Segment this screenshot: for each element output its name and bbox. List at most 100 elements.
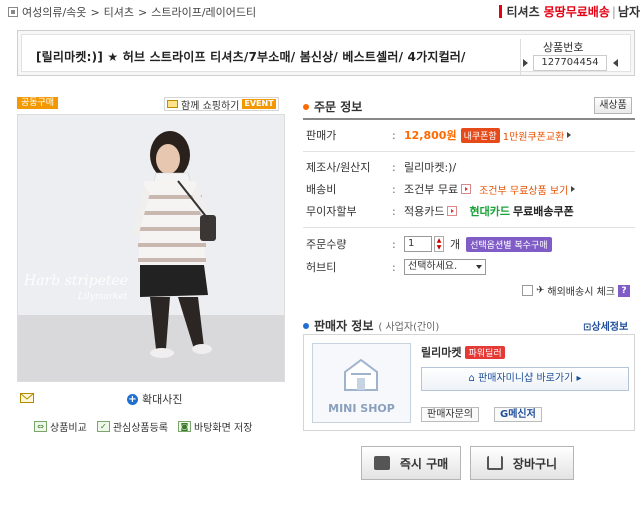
card-name: 현대카드 (469, 205, 510, 218)
buy-now-button[interactable]: 즉시 구매 (361, 446, 461, 480)
installment-label: 무이자할부 (306, 205, 357, 218)
multi-buy-button[interactable]: 선택옵션별 복수구매 (466, 236, 552, 252)
plane-icon: ✈ (536, 285, 545, 296)
up-arrow-icon[interactable]: ▲ (435, 237, 443, 244)
caret-right-icon: ▸ (576, 373, 582, 384)
breadcrumb-separator: > (90, 5, 100, 19)
seller-type: ( 사업자(간이) (378, 322, 440, 333)
overseas-label: 해외배송시 체크 (547, 287, 615, 298)
minishop-label: MINI SHOP (328, 402, 395, 415)
event-badge: EVENT (242, 99, 276, 109)
shop-icon: ⌂ (468, 373, 475, 384)
quantity-label: 주문수량 (306, 238, 347, 251)
overseas-shipping-check[interactable]: ✈ 해외배송시 체크 ? (522, 283, 630, 298)
quantity-unit: 개 (450, 238, 461, 251)
help-icon[interactable]: ? (617, 284, 630, 297)
option-select[interactable]: 선택하세요. (404, 259, 486, 275)
bullet-icon (303, 103, 309, 110)
shipping-label: 배송비 (306, 183, 337, 196)
product-title-box: [릴리마켓:)] ★ 허브 스트라이프 티셔츠/7부소매/ 봄신상/ 베스트셀러… (17, 30, 635, 76)
seller-name-row: 릴리마켓 파워딜러 (421, 344, 505, 360)
box-arrow-icon[interactable] (461, 184, 472, 194)
compare-label: 상품비교 (50, 423, 87, 434)
compare-button[interactable]: ⇔ 상품비교 (34, 419, 87, 434)
zoom-photo-button[interactable]: + 확대사진 (127, 391, 182, 407)
save-desktop-label: 바탕화면 저장 (194, 423, 253, 434)
maker-row: 제조사/원산지 : 릴리마켓:)/ (306, 160, 457, 175)
compare-icon: ⇔ (34, 421, 47, 432)
share-shopping-button[interactable]: 함께 쇼핑하기 EVENT (164, 97, 279, 112)
caret-right-icon (571, 186, 576, 192)
product-number-label: 상품번호 (543, 41, 584, 54)
free-shipping-link[interactable]: 조건부 무료상품 보기 (479, 182, 568, 197)
option-row: 허브티 : 선택하세요. (306, 258, 486, 276)
photo-watermark: Harb stripetee (23, 273, 128, 289)
save-desktop-button[interactable]: ◙ 바탕화면 저장 (178, 419, 252, 434)
overseas-checkbox[interactable] (522, 285, 533, 296)
desktop-icon: ◙ (178, 421, 192, 432)
promo-bar (499, 5, 503, 18)
power-dealer-badge: 파워딜러 (465, 345, 505, 359)
buy-icon (373, 456, 390, 470)
minishop-logo[interactable]: MINI SHOP (312, 343, 411, 423)
down-arrow-icon[interactable]: ▼ (435, 244, 443, 251)
share-label: 함께 쇼핑하기 (181, 100, 240, 112)
order-info-heading: 주문 정보 (303, 98, 362, 115)
photo-watermark-sub: Lilymarket (77, 292, 128, 302)
price-value: 12,800원 (404, 129, 457, 142)
product-title: [릴리마켓:)] ★ 허브 스트라이프 티셔츠/7부소매/ 봄신상/ 베스트셀러… (36, 50, 466, 64)
next-arrow-icon[interactable] (613, 59, 618, 67)
price-label: 판매가 (306, 129, 337, 142)
seller-info-box: MINI SHOP 릴리마켓 파워딜러 ⌂ 판매자미니샵 바로가기 ▸ 판매자문… (303, 334, 635, 431)
seller-detail-link[interactable]: ⊡상세정보 (583, 318, 628, 333)
divider (303, 118, 635, 120)
promo-banner[interactable]: 티셔츠 몽땅무료배송 | 남자 (499, 3, 640, 20)
wishlist-button[interactable]: ✓ 관심상품등록 (96, 419, 169, 434)
seller-info-title: 판매자 정보 (314, 319, 374, 333)
cart-icon (486, 456, 503, 470)
product-tools: ⇔ 상품비교 ✓ 관심상품등록 ◙ 바탕화면 저장 (34, 419, 252, 434)
new-product-button[interactable]: 새상품 (594, 97, 632, 114)
buy-now-label: 즉시 구매 (399, 456, 449, 471)
maker-value: 릴리마켓:)/ (404, 161, 457, 174)
promo-separator: | (611, 4, 616, 19)
seller-inquiry-button[interactable]: 판매자문의 (421, 407, 479, 422)
wishlist-label: 관심상품등록 (112, 423, 169, 434)
breadcrumb-item-category[interactable]: 여성의류/속옷 (22, 4, 86, 20)
mail-icon[interactable] (20, 393, 34, 403)
divider (303, 151, 635, 152)
product-photo-illustration: Harb stripetee Lilymarket (18, 115, 284, 381)
house-icon (344, 358, 378, 391)
coupon-badge[interactable]: 내쿠폰함 (460, 127, 500, 143)
shipping-row: 배송비 : 조건부 무료 조건부 무료상품 보기 (306, 180, 576, 198)
maker-label: 제조사/원산지 (306, 161, 371, 174)
caret-right-icon (567, 132, 572, 138)
seller-name[interactable]: 릴리마켓 (421, 344, 461, 360)
box-arrow-icon[interactable] (447, 206, 458, 216)
g-messenger-button[interactable]: G메신저 (494, 407, 542, 422)
shipping-value: 조건부 무료 (404, 183, 459, 196)
quantity-input[interactable]: 1 (404, 236, 432, 252)
quantity-stepper[interactable]: ▲ ▼ (434, 236, 444, 252)
breadcrumb-item-stripe[interactable]: 스트라이프/레이어드티 (151, 4, 256, 20)
bullet-icon (303, 322, 309, 329)
product-photo[interactable]: Harb stripetee Lilymarket (17, 114, 285, 382)
installment-value: 적용카드 (404, 205, 445, 218)
product-number-box: 상품번호 127704454 (520, 39, 620, 75)
divider (303, 227, 635, 228)
seller-detail-label: 상세정보 (591, 322, 629, 333)
option-label: 허브티 (306, 261, 337, 274)
add-to-cart-button[interactable]: 장바구니 (470, 446, 574, 480)
quantity-row: 주문수량 : 1 ▲ ▼ 개 선택옵션별 복수구매 (306, 235, 552, 253)
coupon-exchange-link[interactable]: 1만원쿠폰교환 (503, 128, 565, 143)
breadcrumb: 여성의류/속옷 > 티셔츠 > 스트라이프/레이어드티 (8, 4, 256, 20)
breadcrumb-item-tshirts[interactable]: 티셔츠 (104, 4, 134, 20)
seller-info-heading: 판매자 정보 ( 사업자(간이) (303, 317, 439, 334)
minishop-button-label: 판매자미니샵 바로가기 (478, 373, 574, 384)
breadcrumb-separator: > (138, 5, 148, 19)
price-row: 판매가 : 12,800원 내쿠폰함 1만원쿠폰교환 (306, 126, 572, 144)
prev-arrow-icon[interactable] (523, 59, 528, 67)
card-benefit: 무료배송쿠폰 (512, 205, 574, 218)
promo-label: 티셔츠 (506, 5, 540, 19)
minishop-button[interactable]: ⌂ 판매자미니샵 바로가기 ▸ (421, 367, 629, 391)
